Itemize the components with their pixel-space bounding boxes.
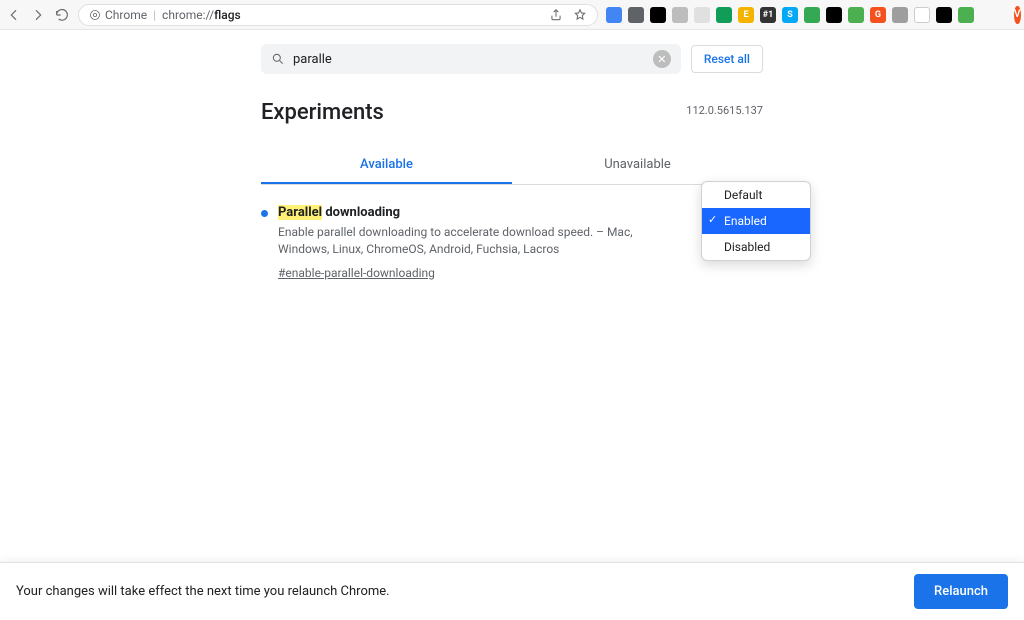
browser-toolbar: Chrome | chrome://flags E#1SG V ⋮ [0, 0, 1024, 30]
bookmark-star-icon[interactable] [573, 8, 587, 22]
flags-search-input[interactable] [293, 52, 645, 67]
flag-title: Parallel downloading [278, 205, 763, 220]
extension-icon[interactable] [606, 7, 622, 23]
extension-icon[interactable] [826, 7, 842, 23]
url-text: chrome://flags [162, 8, 241, 22]
omnibox-separator: | [153, 8, 156, 22]
flag-description: Enable parallel downloading to accelerat… [278, 224, 638, 258]
tab-available[interactable]: Available [261, 145, 512, 184]
extension-icon[interactable]: G [870, 7, 886, 23]
extension-icon[interactable]: S [782, 7, 798, 23]
extension-icon[interactable] [958, 7, 974, 23]
extension-icon[interactable] [848, 7, 864, 23]
extension-icon[interactable] [650, 7, 666, 23]
extension-icon[interactable] [892, 7, 908, 23]
extension-icon[interactable] [694, 7, 710, 23]
extension-icon[interactable] [716, 7, 732, 23]
extensions-row: E #1 S G [606, 7, 974, 23]
reset-all-button[interactable]: Reset all [691, 45, 763, 73]
site-label: Chrome [105, 8, 147, 22]
flag-state-dropdown[interactable]: DefaultEnabledDisabled [701, 181, 811, 261]
reload-button[interactable] [54, 6, 70, 24]
dropdown-option[interactable]: Enabled [702, 208, 810, 234]
forward-button[interactable] [30, 6, 46, 24]
version-label: 112.0.5615.137 [686, 104, 763, 117]
flag-row: Parallel downloading Enable parallel dow… [261, 185, 763, 281]
dropdown-option[interactable]: Default [702, 182, 810, 208]
clear-search-icon[interactable]: ✕ [653, 50, 671, 68]
extension-icon[interactable] [936, 7, 952, 23]
extension-icon[interactable] [628, 7, 644, 23]
profile-avatar[interactable]: V [1014, 6, 1021, 24]
omnibox[interactable]: Chrome | chrome://flags [78, 4, 598, 26]
relaunch-bar: Your changes will take effect the next t… [0, 562, 1024, 620]
tabs: Available Unavailable [261, 145, 763, 185]
share-icon[interactable] [549, 8, 563, 22]
tab-unavailable[interactable]: Unavailable [512, 145, 763, 184]
extension-icon[interactable] [672, 7, 688, 23]
flags-search[interactable]: ✕ [261, 44, 681, 74]
modified-dot-icon [261, 210, 268, 217]
back-button[interactable] [6, 6, 22, 24]
search-icon [271, 52, 285, 66]
extension-icon[interactable] [804, 7, 820, 23]
chrome-icon [89, 9, 101, 21]
extension-icon[interactable]: E [738, 7, 754, 23]
relaunch-button[interactable]: Relaunch [914, 574, 1008, 609]
extension-icon[interactable] [914, 7, 930, 23]
relaunch-message: Your changes will take effect the next t… [16, 584, 390, 599]
flag-hash-link[interactable]: #enable-parallel-downloading [278, 266, 435, 280]
dropdown-option[interactable]: Disabled [702, 234, 810, 260]
extension-icon[interactable]: #1 [760, 7, 776, 23]
site-chip: Chrome [89, 8, 147, 22]
